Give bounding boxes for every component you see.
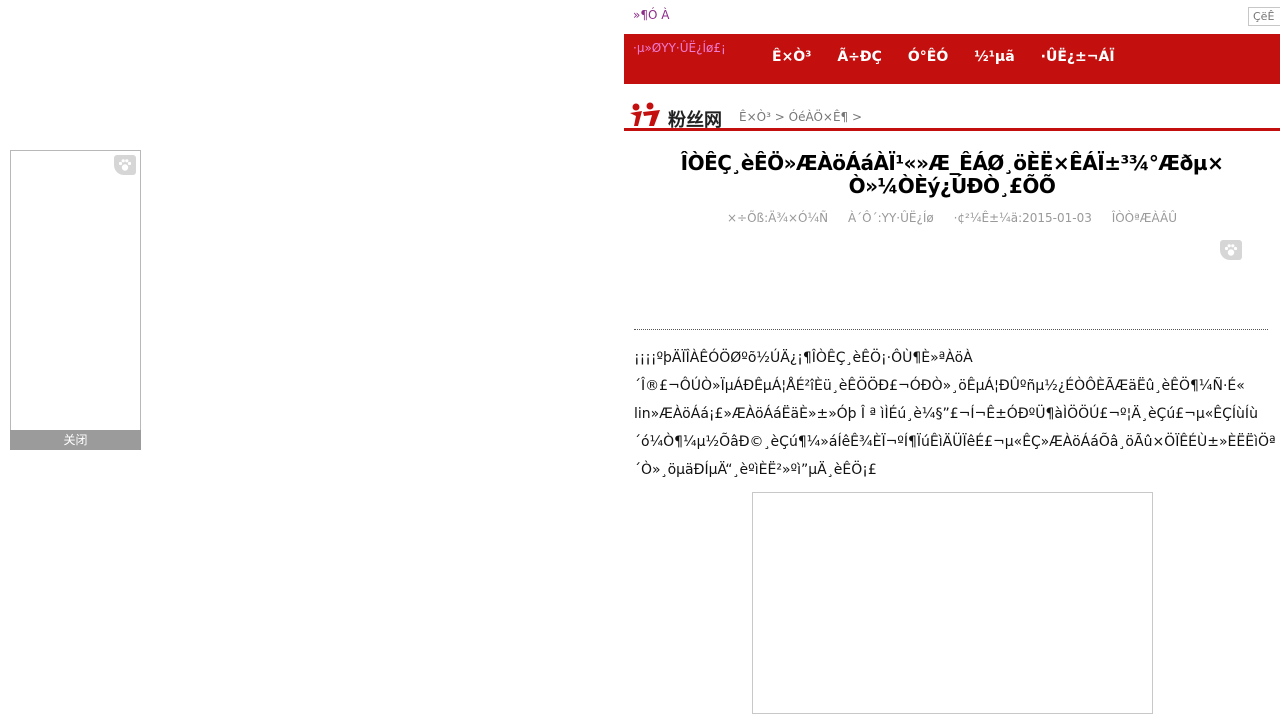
main-column: »¶Ó À ·µ»ØYY·ÛË¿Íø£¡ Ê×Ò³ Ã÷ÐÇ Ó°ÊÓ ½¹µã… bbox=[624, 0, 1280, 714]
breadcrumb-section[interactable]: ÓéÀÖ×Ê¶ bbox=[789, 110, 849, 124]
article-paragraph-line: ´Î®£¬ÔÚÒ»ÏµÁÐÊµÁ¦ÅÉ²îÈü¸èÊÖÖÐ£¬ÓÐÒ»¸öÊµÁ… bbox=[634, 378, 1245, 394]
article-body: ¡¡¡¡ºþÄÏÎÀÊÓÖØºõ½ÚÄ¿¡¶ÎÒÊÇ¸èÊÖ¡·ÔÙ¶È»ªÀö… bbox=[634, 344, 1280, 484]
article-title: ÎÒÊÇ¸èÊÖ»ÆÀöÁáÀÏ¹«»Æ_ÊÁØ¸öÈË×ÊÁÏ±³¾°Æðµ×… bbox=[664, 152, 1240, 198]
meta-date: ·¢²¼Ê±¼ä:2015-01-03 bbox=[953, 211, 1092, 225]
article-paragraph-line: ´ó¼Ò¶¼µ½ÕâÐ©¸èÇú¶¼»áÍêÊ¾ÈÏ¬ºÍ¶ÏúÊìÄÜÏêÉ£… bbox=[634, 434, 1276, 450]
breadcrumb-separator: > bbox=[852, 110, 863, 124]
top-bar: »¶Ó À bbox=[624, 0, 1280, 34]
article-title-line: Ò»¼ÒÈý¿ÚÐÒ¸£ÕÕ bbox=[848, 174, 1056, 198]
side-ad-close-button[interactable]: 关闭 bbox=[10, 430, 141, 450]
article-paragraph-line: lin»ÆÀöÁá¡£»ÆÀöÁáËäÈ»±»Óþ Î ª ìÌÉú¸è¼§”£… bbox=[634, 406, 1258, 422]
article-paragraph-line: ´Ò»¸öµäÐÍµÄ“¸èºìÈË²»ºì”µÄ¸èÊÖ¡£ bbox=[634, 462, 877, 478]
home-link[interactable]: »¶Ó À bbox=[633, 8, 669, 22]
nav-brand-link[interactable]: ·µ»ØYY·ÛË¿Íø£¡ bbox=[633, 41, 726, 55]
article-title-line: ÎÒÊÇ¸èÊÖ»ÆÀöÁáÀÏ¹«»Æ_ÊÁØ¸öÈË×ÊÁÏ±³¾°Æðµ× bbox=[680, 151, 1224, 175]
paw-icon bbox=[1220, 240, 1242, 260]
nav-item-gossip[interactable]: ·ÛË¿±¬ÁÏ bbox=[1041, 49, 1115, 65]
breadcrumb-separator: > bbox=[774, 110, 785, 124]
meta-source: À´Ô´:YY·ÛË¿Íø bbox=[847, 211, 934, 225]
side-ad-panel[interactable] bbox=[10, 150, 141, 431]
article-image bbox=[752, 492, 1153, 714]
article-meta: ×÷Õß:Ä¾×Ó¼Ñ À´Ô´:YY·ÛË¿Íø ·¢²¼Ê±¼ä:2015-… bbox=[624, 211, 1280, 225]
nav-item-focus[interactable]: ½¹µã bbox=[974, 49, 1014, 65]
nav-item-home[interactable]: Ê×Ò³ bbox=[772, 49, 811, 65]
main-nav: ·µ»ØYY·ÛË¿Íø£¡ Ê×Ò³ Ã÷ÐÇ Ó°ÊÓ ½¹µã ·ÛË¿±… bbox=[624, 34, 1280, 84]
search-input[interactable] bbox=[1248, 7, 1280, 26]
header-divider bbox=[624, 128, 1280, 131]
meta-author: ×÷Õß:Ä¾×Ó¼Ñ bbox=[727, 211, 829, 225]
article-paragraph-line: ¡¡¡¡ºþÄÏÎÀÊÓÖØºõ½ÚÄ¿¡¶ÎÒÊÇ¸èÊÖ¡·ÔÙ¶È»ªÀö… bbox=[634, 350, 973, 366]
breadcrumb-home[interactable]: Ê×Ò³ bbox=[739, 110, 771, 124]
logo-figure-icon bbox=[630, 102, 660, 126]
paw-icon bbox=[114, 155, 136, 175]
nav-items: Ê×Ò³ Ã÷ÐÇ Ó°ÊÓ ½¹µã ·ÛË¿±¬ÁÏ bbox=[772, 49, 1141, 65]
nav-item-stars[interactable]: Ã÷ÐÇ bbox=[837, 49, 882, 65]
content-divider bbox=[634, 329, 1268, 330]
nav-item-film[interactable]: Ó°ÊÓ bbox=[908, 49, 948, 65]
breadcrumb: Ê×Ò³ > ÓéÀÖ×Ê¶ > bbox=[739, 110, 862, 124]
site-logo[interactable]: 粉丝网 bbox=[628, 102, 732, 131]
meta-comment-link[interactable]: ÎÒÒªÆÀÂÛ bbox=[1112, 211, 1177, 225]
